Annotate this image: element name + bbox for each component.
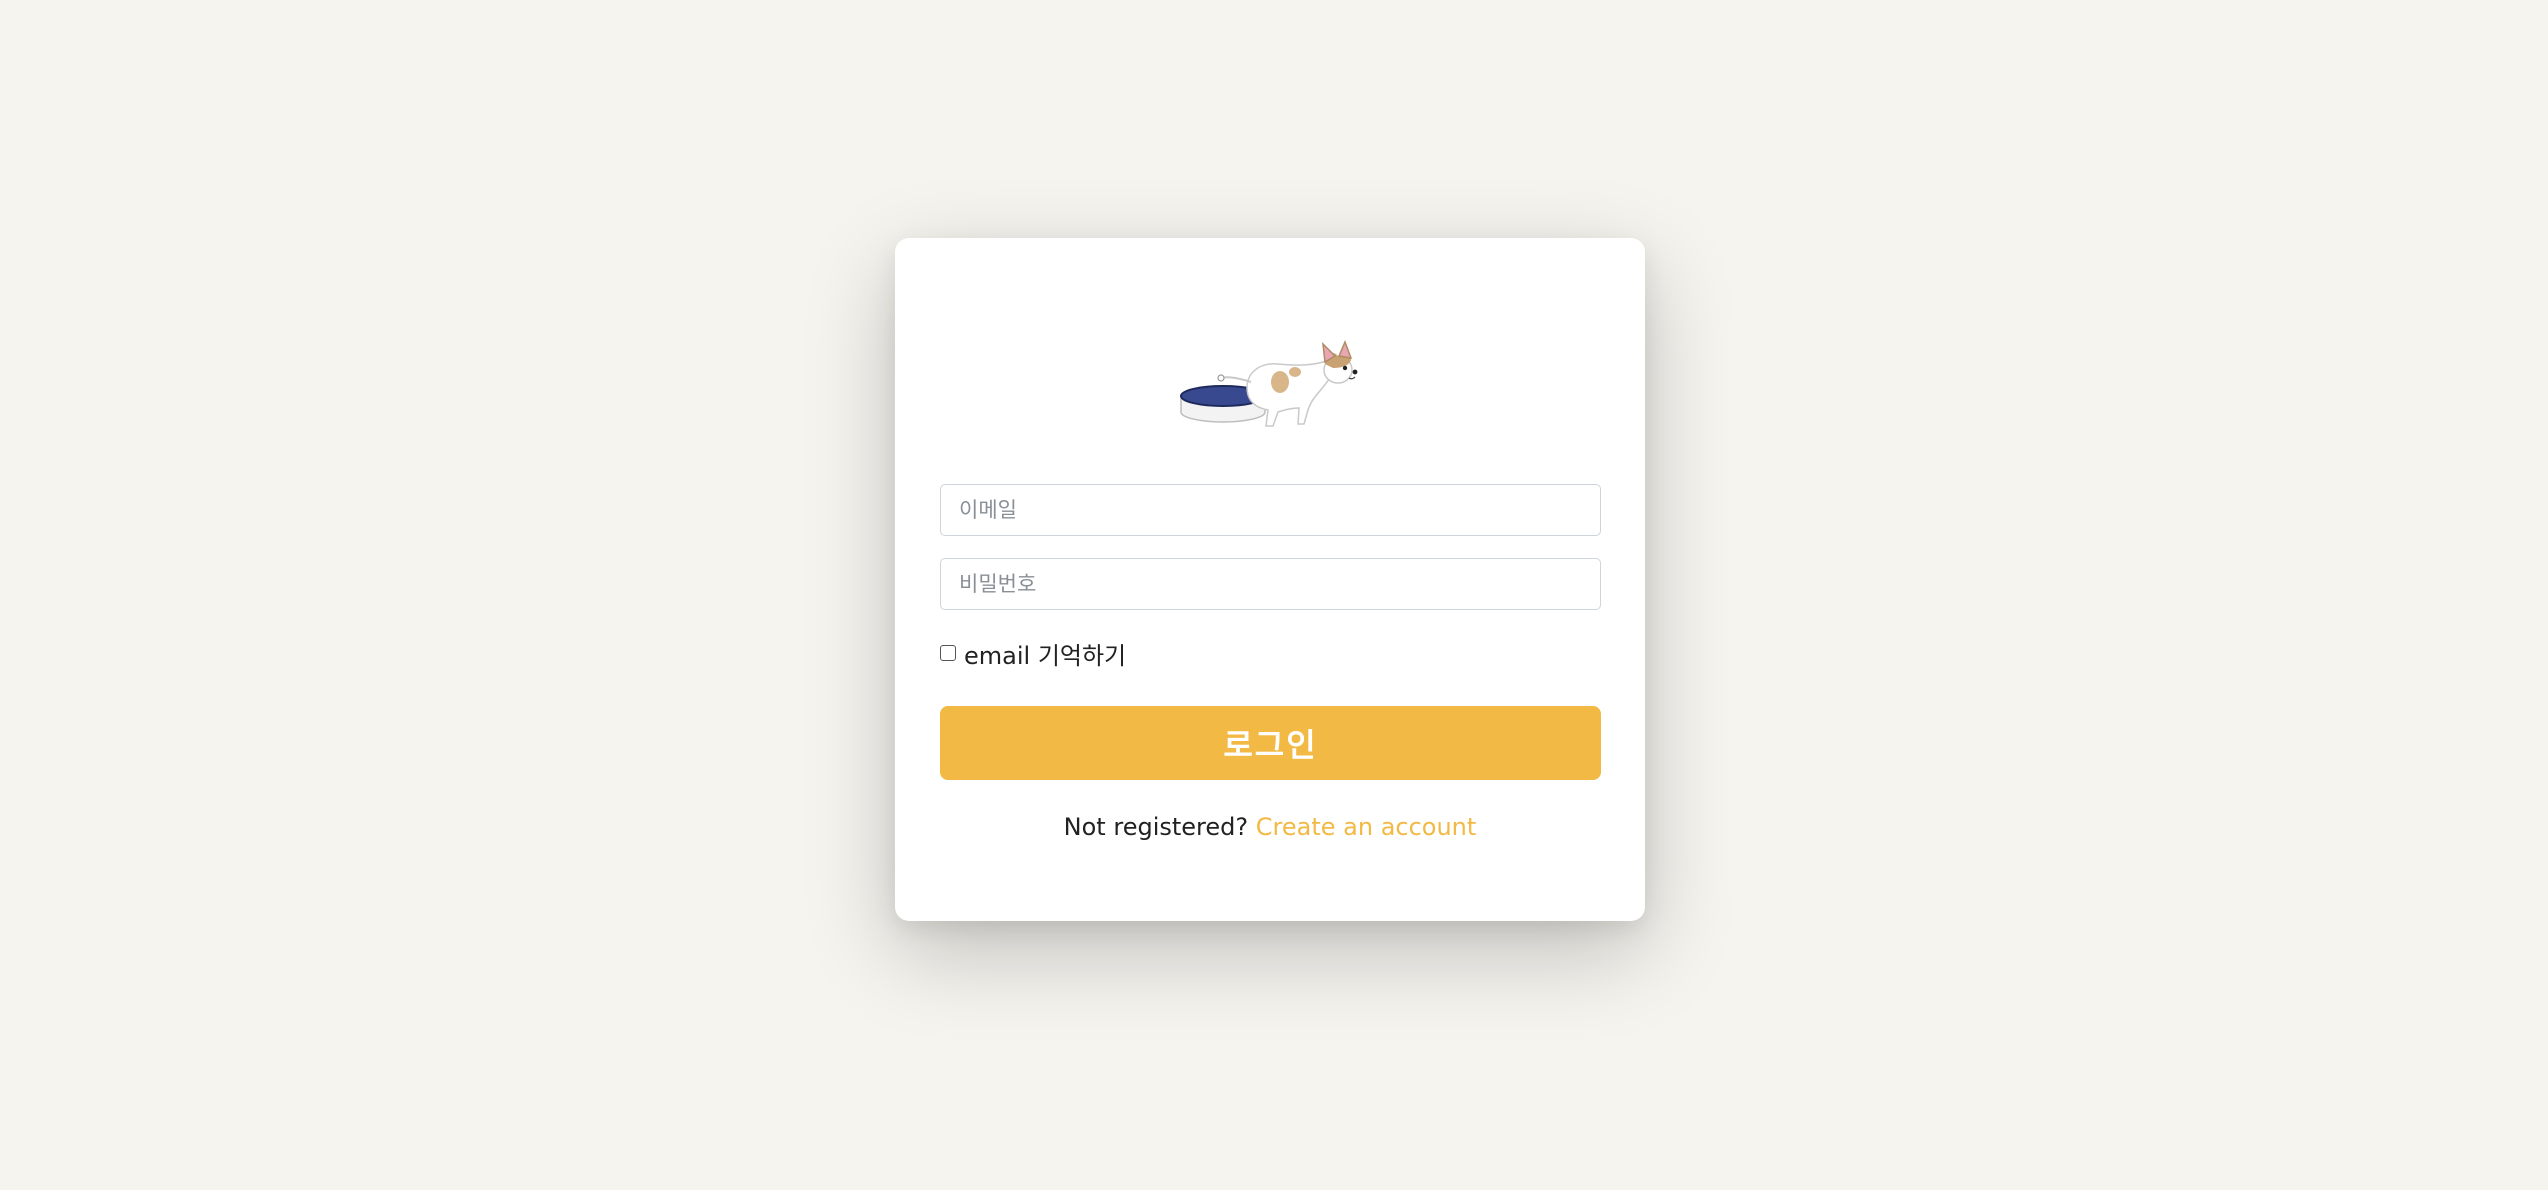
login-button[interactable]: 로그인 — [940, 706, 1601, 780]
login-card: email 기억하기 로그인 Not registered? Create an… — [895, 238, 1645, 921]
password-input[interactable] — [940, 558, 1601, 610]
remember-email-label[interactable]: email 기억하기 — [964, 636, 1126, 671]
register-prompt-text: Not registered? — [1063, 813, 1249, 841]
register-prompt: Not registered? Create an account — [895, 813, 1645, 841]
remember-email-checkbox[interactable] — [940, 645, 956, 661]
email-input[interactable] — [940, 484, 1601, 536]
dog-logo-icon — [1180, 339, 1358, 427]
remember-email-row: email 기억하기 — [940, 636, 1126, 671]
create-account-link[interactable]: Create an account — [1256, 813, 1477, 841]
